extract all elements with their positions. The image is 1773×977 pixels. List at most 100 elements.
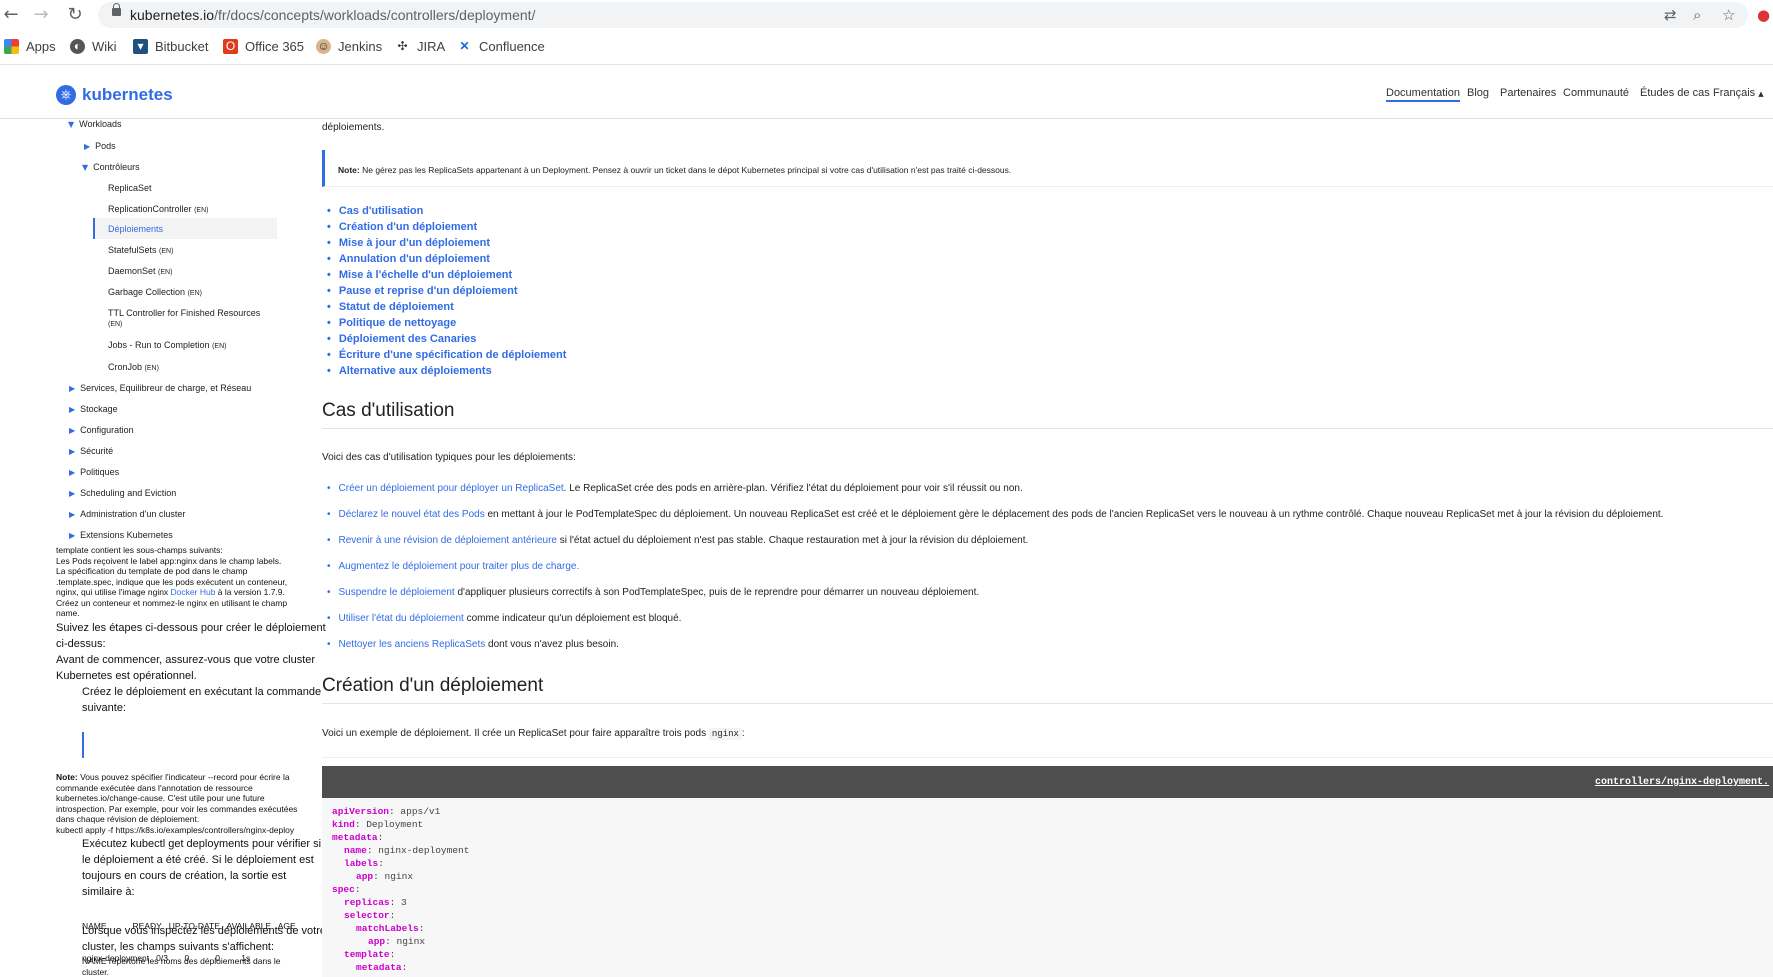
top-text: déploiements.	[322, 122, 385, 133]
toc-item[interactable]: • Écriture d'une spécification de déploie…	[327, 349, 566, 361]
extension-icon[interactable]: ●	[1757, 6, 1770, 24]
list-item: • Utiliser l'état du déploiement comme in…	[327, 613, 682, 624]
case-link[interactable]: Créer un déploiement pour déployer un Re…	[339, 483, 564, 494]
creation-intro: Voici un exemple de déploiement. Il crée…	[322, 728, 745, 740]
sidebar-item-replicationcontroller[interactable]: ReplicationController (EN)	[108, 204, 208, 214]
nav-blog[interactable]: Blog	[1467, 87, 1489, 99]
leaked-steps-text: Suivez les étapes ci-dessous pour créer …	[56, 622, 326, 682]
sidebar-item-workloads[interactable]: ▼ Workloads	[68, 119, 122, 129]
sidebar-item-services[interactable]: ▶ Services, Equilibreur de charge, et Rés…	[69, 383, 251, 393]
list-item: • Déclarez le nouvel état des Pods en met…	[327, 509, 1664, 520]
toc-item[interactable]: • Déploiement des Canaries	[327, 333, 476, 345]
reload-icon[interactable]: ↻	[64, 4, 86, 26]
case-link[interactable]: Suspendre le déploiement	[339, 587, 455, 598]
code-line: replicas: 3	[344, 897, 407, 908]
leaked-name-text: NAME répertorie les noms des déploiement…	[82, 956, 281, 977]
nav-documentation[interactable]: Documentation	[1386, 87, 1460, 102]
cas-intro: Voici des cas d'utilisation typiques pou…	[322, 452, 576, 463]
case-link[interactable]: Déclarez le nouvel état des Pods	[339, 509, 485, 520]
list-item: • Revenir à une révision de déploiement a…	[327, 535, 1029, 546]
sidebar-item-jobs[interactable]: Jobs - Run to Completion (EN)	[108, 340, 226, 350]
lock-icon[interactable]	[112, 3, 121, 16]
docker-hub-link[interactable]: Docker Hub	[171, 587, 216, 597]
bookmarks-bar: Apps ◐ Wiki ▾ Bitbucket O Office 365 ☺ Jenki…	[0, 33, 1773, 61]
leaked-create-text: Créez le déploiement en exécutant la com…	[82, 686, 322, 714]
url-text[interactable]: kubernetes.io/fr/docs/concepts/workloads…	[130, 7, 535, 23]
note-text: Note: Ne gérez pas les ReplicaSets appar…	[338, 165, 1012, 175]
bookmark-star-icon[interactable]: ☆	[1722, 6, 1735, 24]
sidebar-item-stockage[interactable]: ▶ Stockage	[69, 404, 118, 414]
sidebar-item-statefulsets[interactable]: StatefulSets (EN)	[108, 245, 173, 255]
bitbucket-icon: ▾	[133, 39, 148, 54]
caret-right-icon: ▶	[69, 468, 76, 477]
browser-toolbar: ← → ↻ kubernetes.io/fr/docs/concepts/wor…	[0, 0, 1773, 30]
note-bar	[82, 732, 84, 758]
site-header: ⎈ kubernetes Documentation Blog Partenai…	[0, 65, 1773, 119]
caret-right-icon: ▶	[69, 405, 76, 414]
toc-item[interactable]: • Alternative aux déploiements	[327, 365, 492, 377]
case-link[interactable]: Utiliser l'état du déploiement	[339, 613, 464, 624]
sidebar-item-replicaset[interactable]: ReplicaSet	[108, 183, 152, 193]
toc-item[interactable]: • Annulation d'un déploiement	[327, 253, 490, 265]
nav-etudes-de-cas[interactable]: Études de cas	[1640, 87, 1710, 99]
sidebar-item-pods[interactable]: ▶ Pods	[84, 141, 116, 151]
toc-item[interactable]: • Cas d'utilisation	[327, 205, 423, 217]
toc-item[interactable]: • Pause et reprise d'un déploiement	[327, 285, 518, 297]
list-item: • Nettoyer les anciens ReplicaSets dont v…	[327, 639, 619, 650]
toc-item[interactable]: • Politique de nettoyage	[327, 317, 456, 329]
sidebar-item-ttl-controller[interactable]: TTL Controller for Finished Resources (EN…	[108, 308, 260, 328]
caret-down-icon: ▼	[68, 120, 75, 129]
toc-item[interactable]: • Statut de déploiement	[327, 301, 454, 313]
site-logo[interactable]: ⎈ kubernetes	[56, 85, 173, 105]
nav-language[interactable]: Français ▲	[1713, 87, 1764, 99]
bookmark-jira[interactable]: ✣ JIRA	[395, 39, 445, 54]
case-link[interactable]: Nettoyer les anciens ReplicaSets	[339, 639, 486, 650]
toc-item[interactable]: • Mise à l'échelle d'un déploiement	[327, 269, 512, 281]
bookmark-office365[interactable]: O Office 365	[223, 39, 304, 54]
code-line: template:	[344, 949, 396, 960]
toc-item[interactable]: • Mise à jour d'un déploiement	[327, 237, 490, 249]
caret-right-icon: ▶	[69, 384, 76, 393]
nav-partenaires[interactable]: Partenaires	[1500, 87, 1556, 99]
brand-name: kubernetes	[82, 85, 173, 104]
jenkins-icon: ☺	[316, 39, 331, 54]
helm-wheel-icon: ⎈	[56, 85, 76, 105]
sidebar-item-controleurs[interactable]: ▼ Contrôleurs	[82, 162, 140, 172]
sidebar-item-cronjob[interactable]: CronJob (EN)	[108, 362, 159, 372]
leaked-note-text: Note: Vous pouvez spécifier l'indicateur…	[56, 772, 298, 835]
case-link[interactable]: Augmentez le déploiement pour traiter pl…	[339, 561, 577, 572]
bookmark-confluence[interactable]: ✕ Confluence	[457, 39, 544, 54]
leaked-get-deployments-text: Exécutez kubectl get deployments pour vé…	[82, 838, 322, 898]
sidebar-item-politiques[interactable]: ▶ Politiques	[69, 467, 119, 477]
bookmark-apps[interactable]: Apps	[4, 39, 56, 54]
code-block: apiVersion: apps/v1 kind: Deployment met…	[322, 798, 1773, 977]
sidebar-item-deploiements[interactable]: Déploiements	[108, 224, 163, 234]
sidebar-item-daemonset[interactable]: DaemonSet (EN)	[108, 266, 172, 276]
bookmark-jenkins[interactable]: ☺ Jenkins	[316, 39, 382, 54]
translate-icon[interactable]: ⇄	[1664, 6, 1677, 24]
code-line: spec:	[332, 884, 361, 895]
back-arrow-icon[interactable]: ←	[0, 4, 22, 26]
leaked-inspect-text: Lorsque vous inspectez les déploiements …	[82, 925, 326, 953]
sidebar-item-garbage-collection[interactable]: Garbage Collection (EN)	[108, 287, 202, 297]
forward-arrow-icon[interactable]: →	[30, 4, 52, 26]
code-line: app: nginx	[368, 936, 426, 947]
sidebar-item-extensions[interactable]: ▶ Extensions Kubernetes	[69, 530, 173, 540]
bookmark-bitbucket[interactable]: ▾ Bitbucket	[133, 39, 208, 54]
caret-right-icon: ▶	[84, 142, 91, 151]
sidebar-item-scheduling[interactable]: ▶ Scheduling and Eviction	[69, 488, 176, 498]
sidebar-item-securite[interactable]: ▶ Sécurité	[69, 446, 113, 456]
sidebar-item-administration[interactable]: ▶ Administration d'un cluster	[69, 509, 185, 519]
code-line: metadata:	[356, 962, 408, 973]
zoom-icon[interactable]: ⌕	[1693, 6, 1701, 24]
sidebar-item-configuration[interactable]: ▶ Configuration	[69, 425, 134, 435]
code-line: metadata:	[332, 832, 384, 843]
bookmark-wiki[interactable]: ◐ Wiki	[70, 39, 117, 54]
apps-grid-icon	[4, 39, 19, 54]
caret-right-icon: ▶	[69, 489, 76, 498]
toc-item[interactable]: • Création d'un déploiement	[327, 221, 477, 233]
code-file-link[interactable]: controllers/nginx-deployment.	[1595, 777, 1769, 788]
code-line: kind: Deployment	[332, 819, 424, 830]
case-link[interactable]: Revenir à une révision de déploiement an…	[339, 535, 557, 546]
nav-communaute[interactable]: Communauté	[1563, 87, 1629, 99]
